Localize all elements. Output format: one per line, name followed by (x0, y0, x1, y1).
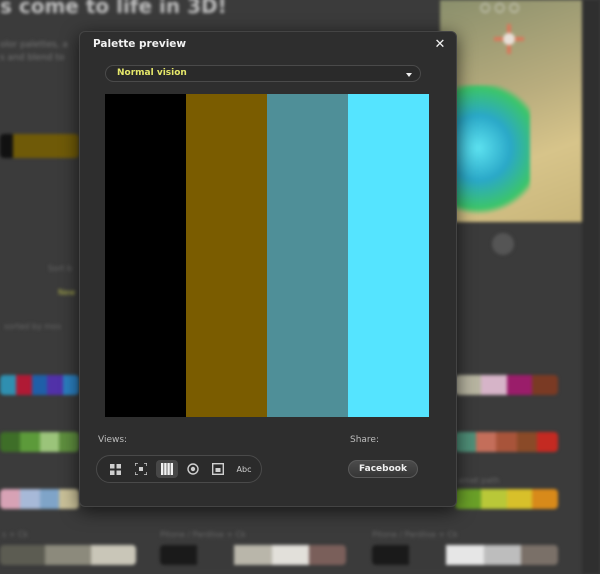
color-swatch (267, 94, 348, 417)
view-stripes-button[interactable] (156, 460, 178, 478)
palette-strip (455, 489, 558, 509)
row-label: Pitone / Pardlise + Ck (160, 530, 246, 539)
sorted-note: sorted by mos (4, 322, 62, 331)
vision-select-value: Normal vision (117, 68, 187, 78)
vision-select[interactable]: Normal vision (105, 65, 421, 82)
dialog-title: Palette preview (93, 38, 187, 50)
color-swatch (186, 94, 267, 417)
facebook-share-button[interactable]: Facebook (348, 460, 418, 478)
views-toolbar: Abc (96, 455, 262, 483)
palette-strip (0, 432, 79, 452)
view-grid-button[interactable] (105, 460, 125, 478)
chevron-down-icon (406, 73, 412, 77)
close-button[interactable]: ✕ (433, 38, 447, 52)
hero-dots-icon: ○○○ (480, 0, 524, 14)
view-focus-button[interactable] (131, 460, 151, 478)
palette-strip (0, 545, 136, 565)
palette-strip (0, 375, 79, 395)
view-square-button[interactable] (208, 460, 228, 478)
background-headline: s come to life in 3D! (0, 0, 227, 18)
close-icon: ✕ (434, 37, 446, 52)
view-text-button[interactable]: Abc (232, 460, 256, 478)
palette-strip (160, 545, 346, 565)
hero-3d-shape (450, 85, 530, 225)
text-icon: Abc (236, 464, 252, 474)
stripes-icon (161, 463, 173, 475)
compass-icon (494, 24, 524, 54)
share-label: Share: (350, 435, 380, 445)
view-circle-button[interactable] (183, 460, 203, 478)
palette-preview-dialog: Palette preview ✕ Normal vision Views: S… (79, 31, 457, 507)
palette-strip (0, 489, 79, 509)
row-label: s + Ck (2, 530, 29, 539)
grid-icon (109, 463, 121, 475)
rotate-icon (492, 233, 514, 255)
views-label: Views: (98, 435, 128, 445)
sort-label: Sort b (48, 264, 73, 273)
row-label: Pitone / Pardlise + Ck (372, 530, 458, 539)
background-text: s and blend to (0, 53, 65, 63)
filter-value: New (58, 288, 76, 297)
color-swatch (105, 94, 186, 417)
color-swatch (348, 94, 429, 417)
palette-strip (455, 375, 558, 395)
palette-strip (372, 545, 558, 565)
right-panel (582, 0, 600, 574)
circle-icon (187, 463, 199, 475)
square-icon (212, 463, 224, 475)
background-text: olor palettes, a (0, 40, 68, 50)
path-label: amet path (458, 476, 500, 485)
palette-preview (105, 94, 429, 417)
palette-strip (455, 432, 558, 452)
focus-icon (135, 463, 147, 475)
palette-strip (0, 134, 79, 158)
